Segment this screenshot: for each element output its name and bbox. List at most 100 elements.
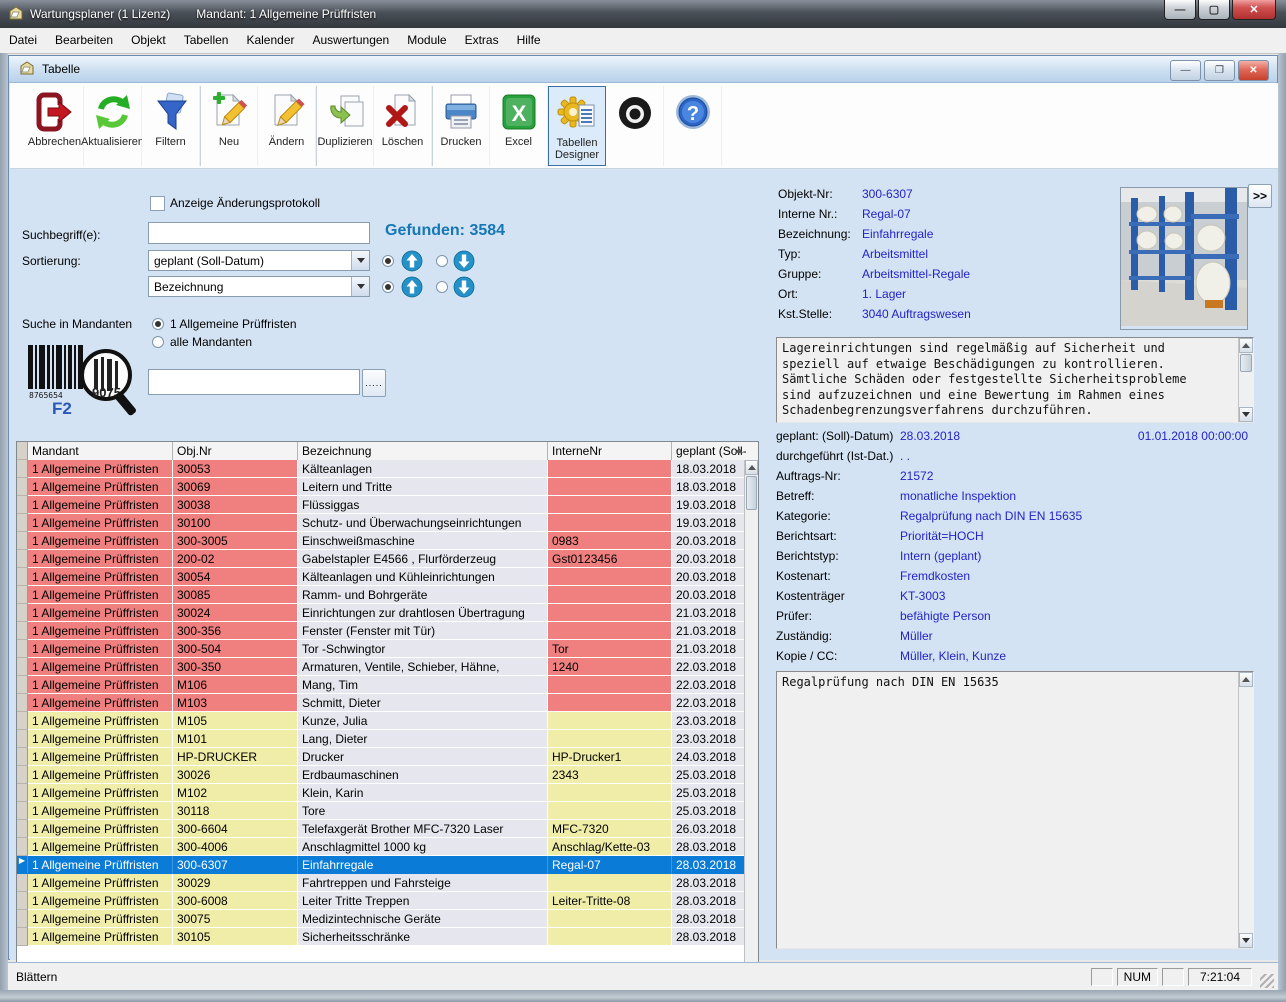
sort2-up-button[interactable] <box>400 275 424 299</box>
scroll-up-icon[interactable] <box>1239 338 1253 353</box>
table-row[interactable]: 1 Allgemeine Prüffristen30069Leitern und… <box>17 478 746 496</box>
menu-item-kalender[interactable]: Kalender <box>237 28 303 53</box>
menu-item-datei[interactable]: Datei <box>0 28 46 53</box>
suchbegriff-input[interactable] <box>148 222 370 244</box>
table-row[interactable]: 1 Allgemeine Prüffristen30075Medizintech… <box>17 910 746 928</box>
table-row[interactable]: 1 Allgemeine Prüffristen30029Fahrtreppen… <box>17 874 746 892</box>
table-row[interactable]: 1 Allgemeine Prüffristen30105Sicherheits… <box>17 928 746 946</box>
tabelle-minimize-button[interactable]: — <box>1170 60 1201 81</box>
table-row[interactable]: 1 Allgemeine Prüffristen30118Tore25.03.2… <box>17 802 746 820</box>
header-objnr[interactable]: Obj.Nr <box>173 442 298 460</box>
table-row[interactable]: 1 Allgemeine Prüffristen300-6008Leiter T… <box>17 892 746 910</box>
aktualisieren-button[interactable]: Aktualisieren <box>84 86 142 166</box>
menu-item-objekt[interactable]: Objekt <box>122 28 175 53</box>
table-cell: 30026 <box>173 766 298 784</box>
sort1-dropdown[interactable]: geplant (Soll-Datum) <box>148 250 370 271</box>
drucken-button[interactable]: Drucken <box>432 86 490 166</box>
table-vertical-scrollbar[interactable] <box>744 460 758 1002</box>
table-row[interactable]: 1 Allgemeine PrüffristenM105Kunze, Julia… <box>17 712 746 730</box>
description-textarea[interactable]: Lagereinrichtungen sind regelmäßig auf S… <box>776 337 1254 423</box>
barcode-input[interactable] <box>148 369 360 395</box>
table-row[interactable]: 1 Allgemeine Prüffristen300-4006Anschlag… <box>17 838 746 856</box>
dropdown-arrow-icon[interactable] <box>351 277 369 296</box>
header-bezeichnung[interactable]: Bezeichnung <box>298 442 548 460</box>
sort2-desc-radio[interactable] <box>436 281 448 293</box>
scroll-down-icon[interactable] <box>1239 933 1253 948</box>
table-row[interactable]: 1 Allgemeine PrüffristenM103Schmitt, Die… <box>17 694 746 712</box>
table-cell: 300-6307 <box>173 856 298 874</box>
tabelle-close-button[interactable]: ✕ <box>1238 60 1269 81</box>
header-mandant[interactable]: Mandant <box>28 442 173 460</box>
table-row[interactable]: 1 Allgemeine Prüffristen300-356Fenster (… <box>17 622 746 640</box>
table-row[interactable]: ▶1 Allgemeine Prüffristen300-6307Einfahr… <box>17 856 746 874</box>
aendern-button[interactable]: Ändern <box>258 86 316 166</box>
close-button[interactable]: ✕ <box>1232 0 1276 20</box>
menu-item-tabellen[interactable]: Tabellen <box>175 28 238 53</box>
sort1-down-button[interactable] <box>452 249 476 273</box>
table-row[interactable]: 1 Allgemeine Prüffristen30085Ramm- und B… <box>17 586 746 604</box>
mandant-all-radio[interactable] <box>152 336 164 348</box>
field-label: Berichtstyp: <box>776 549 839 563</box>
table-row[interactable]: 1 Allgemeine Prüffristen30026Erdbaumasch… <box>17 766 746 784</box>
table-row[interactable]: 1 Allgemeine Prüffristen200-02Gabelstapl… <box>17 550 746 568</box>
field-value: befähigte Person <box>900 609 991 623</box>
neu-button[interactable]: Neu <box>200 86 258 166</box>
mandant-current-radio[interactable] <box>152 318 164 330</box>
scroll-up-icon[interactable] <box>745 460 758 475</box>
table-row[interactable]: 1 Allgemeine Prüffristen30024Einrichtung… <box>17 604 746 622</box>
table-row[interactable]: 1 Allgemeine PrüffristenM102Klein, Karin… <box>17 784 746 802</box>
table-row[interactable]: 1 Allgemeine Prüffristen300-3005Einschwe… <box>17 532 746 550</box>
window-frame-bottom <box>0 990 1286 1002</box>
minimize-button[interactable]: — <box>1164 0 1196 20</box>
sort1-up-button[interactable] <box>400 249 424 273</box>
barcode-browse-button[interactable]: ..... <box>362 369 386 397</box>
loeschen-button[interactable]: Löschen <box>374 86 432 166</box>
hilfe-button[interactable]: ? <box>664 86 722 166</box>
description-scroll-thumb[interactable] <box>1240 354 1252 372</box>
sort2-dropdown[interactable]: Bezeichnung <box>148 276 370 297</box>
menu-item-auswertungen[interactable]: Auswertungen <box>304 28 399 53</box>
table-row[interactable]: 1 Allgemeine PrüffristenM106Mang, Tim22.… <box>17 676 746 694</box>
table-row[interactable]: 1 Allgemeine PrüffristenHP-DRUCKERDrucke… <box>17 748 746 766</box>
resize-grip[interactable] <box>1260 974 1274 988</box>
duplizieren-button[interactable]: Duplizieren <box>316 86 374 166</box>
aenderungsprotokoll-checkbox[interactable] <box>150 196 165 211</box>
sort2-down-button[interactable] <box>452 275 476 299</box>
excel-button[interactable]: X Excel <box>490 86 548 166</box>
table-cell <box>548 622 672 640</box>
table-cell: Tore <box>298 802 548 820</box>
header-internenr[interactable]: InterneNr <box>548 442 672 460</box>
table-row[interactable]: 1 Allgemeine Prüffristen300-6604Telefaxg… <box>17 820 746 838</box>
table-cell: 30054 <box>173 568 298 586</box>
sort1-asc-radio[interactable] <box>382 255 394 267</box>
scroll-down-icon[interactable] <box>1239 407 1253 422</box>
tabelle-restore-button[interactable]: ❐ <box>1204 60 1235 81</box>
tabellen-designer-button[interactable]: Tabellen Designer <box>548 86 606 166</box>
row-selector-cell <box>17 928 28 946</box>
note-scrollbar[interactable] <box>1238 672 1254 948</box>
maximize-button[interactable]: ▢ <box>1198 0 1230 20</box>
note-textarea[interactable]: Regalprüfung nach DIN EN 15635 <box>776 671 1254 949</box>
menu-item-bearbeiten[interactable]: Bearbeiten <box>46 28 122 53</box>
camera-button[interactable] <box>606 86 664 166</box>
table-row[interactable]: 1 Allgemeine Prüffristen30053Kälteanlage… <box>17 460 746 478</box>
table-row[interactable]: 1 Allgemeine Prüffristen30038Flüssiggas1… <box>17 496 746 514</box>
header-geplant[interactable]: geplant (Soll-D <box>672 442 746 460</box>
menu-item-extras[interactable]: Extras <box>456 28 508 53</box>
sort1-desc-radio[interactable] <box>436 255 448 267</box>
table-row[interactable]: 1 Allgemeine PrüffristenM101Lang, Dieter… <box>17 730 746 748</box>
description-scrollbar[interactable] <box>1238 338 1254 422</box>
menu-item-module[interactable]: Module <box>398 28 455 53</box>
scroll-up-icon[interactable] <box>1239 672 1253 687</box>
abbrechen-button[interactable]: Abbrechen <box>26 86 84 166</box>
table-row[interactable]: 1 Allgemeine Prüffristen300-350Armaturen… <box>17 658 746 676</box>
expand-details-button[interactable]: >> <box>1248 184 1272 208</box>
filtern-button[interactable]: Filtern <box>142 86 200 166</box>
sort2-asc-radio[interactable] <box>382 281 394 293</box>
table-row[interactable]: 1 Allgemeine Prüffristen30054Kälteanlage… <box>17 568 746 586</box>
table-row[interactable]: 1 Allgemeine Prüffristen30100Schutz- und… <box>17 514 746 532</box>
menu-item-hilfe[interactable]: Hilfe <box>508 28 550 53</box>
vertical-scroll-thumb[interactable] <box>746 476 757 510</box>
dropdown-arrow-icon[interactable] <box>351 251 369 270</box>
table-row[interactable]: 1 Allgemeine Prüffristen300-504Tor -Schw… <box>17 640 746 658</box>
